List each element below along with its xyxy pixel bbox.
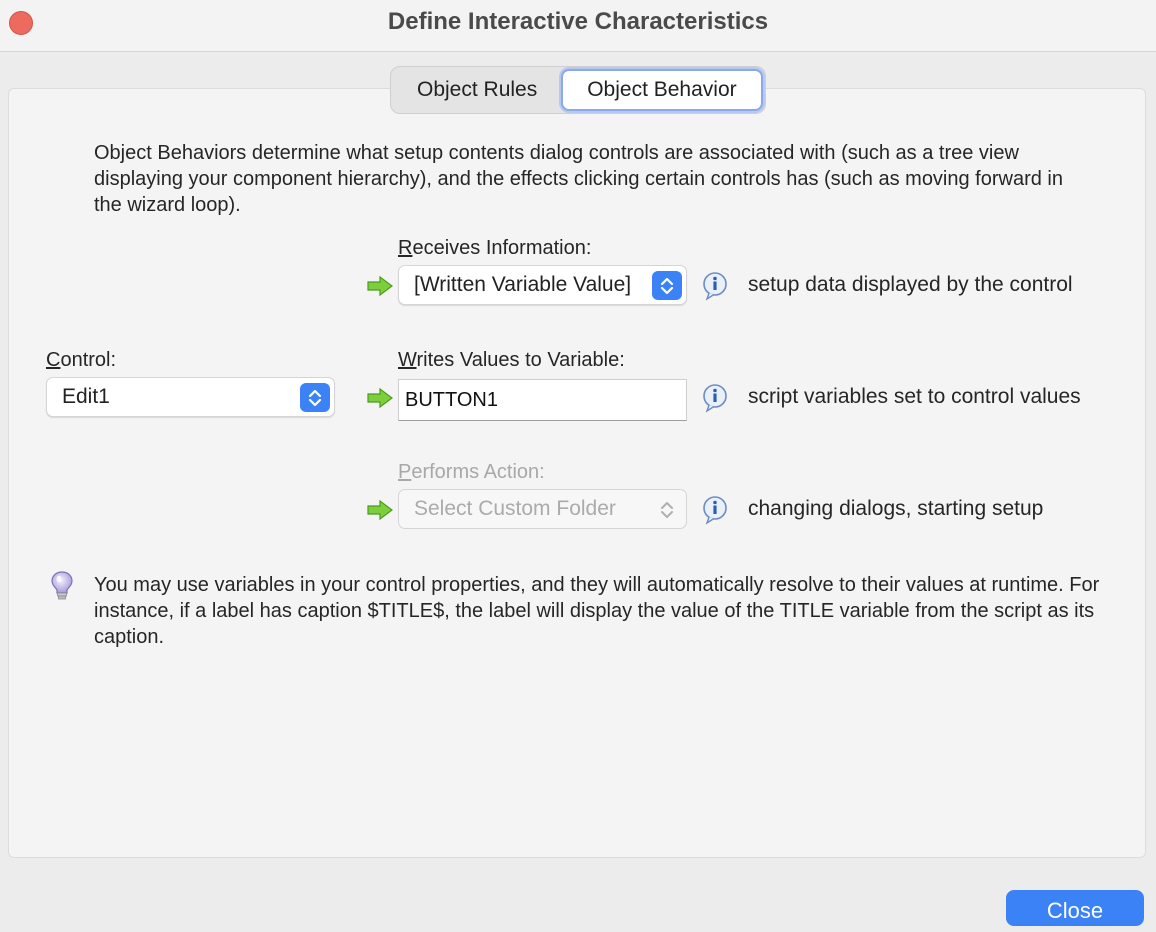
title-bar: Define Interactive Characteristics (0, 0, 1156, 52)
green-right-arrow-icon (367, 499, 393, 521)
close-button[interactable]: Close (1006, 890, 1144, 926)
tab-object-rules[interactable]: Object Rules (393, 69, 561, 111)
tip-text: You may use variables in your control pr… (94, 574, 1100, 648)
info-icon[interactable] (701, 383, 731, 413)
info-icon[interactable] (701, 495, 731, 525)
chevron-up-down-icon[interactable] (300, 383, 330, 412)
control-label: Control: (46, 349, 117, 371)
receives-information-hint: setup data displayed by the control (748, 273, 1073, 296)
description-text: Object Behaviors determine what setup co… (94, 142, 1063, 216)
writes-values-hint: script variables set to control values (748, 385, 1081, 408)
receives-information-label: Receives Information: (398, 237, 592, 259)
tab-object-behavior[interactable]: Object Behavior (561, 69, 763, 111)
lightbulb-icon (51, 571, 73, 600)
receives-information-value: [Written Variable Value] (414, 273, 632, 296)
green-right-arrow-icon (367, 275, 393, 297)
performs-action-select: Select Custom Folder (398, 489, 687, 529)
info-icon[interactable] (701, 271, 731, 301)
receives-information-select[interactable]: [Written Variable Value] (398, 265, 687, 305)
performs-action-hint: changing dialogs, starting setup (748, 497, 1044, 520)
chevron-up-down-icon (652, 495, 682, 524)
tab-bar: Object Rules Object Behavior (390, 66, 766, 114)
control-value: Edit1 (62, 385, 110, 408)
performs-action-label: Performs Action: (398, 461, 545, 483)
writes-values-label: Writes Values to Variable: (398, 349, 625, 371)
window-title: Define Interactive Characteristics (387, 8, 769, 35)
green-right-arrow-icon (367, 387, 393, 409)
writes-values-input[interactable]: BUTTON1 (398, 379, 687, 421)
performs-action-value: Select Custom Folder (414, 497, 616, 520)
control-select[interactable]: Edit1 (46, 377, 335, 417)
chevron-up-down-icon[interactable] (652, 271, 682, 300)
